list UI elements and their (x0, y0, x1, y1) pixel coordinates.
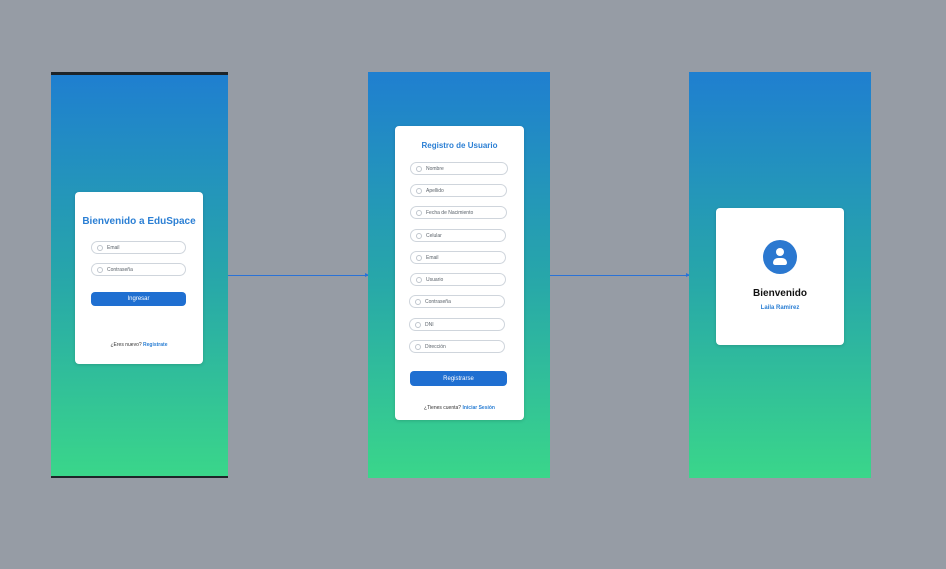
welcome-card: Bienvenido Laila Ramirez (716, 208, 844, 345)
register-footer-text: ¿Tienes cuenta? (424, 405, 462, 411)
field-label: Fecha de Nacimiento (426, 209, 474, 216)
field-usuario[interactable]: Usuario (410, 273, 506, 286)
field-label: Contraseña (425, 298, 451, 305)
phone-icon (416, 232, 422, 239)
field-nombre[interactable]: Nombre (410, 162, 508, 175)
login-footer-text: ¿Eres nuevo? (110, 342, 142, 348)
password-field[interactable]: Contraseña (91, 263, 186, 276)
login-footer: ¿Eres nuevo? Registrate (75, 342, 203, 348)
email-placeholder: Email (107, 244, 120, 251)
register-screen: Registro de Usuario Nombre Apellido Fech… (368, 72, 550, 478)
welcome-title: Bienvenido (753, 288, 807, 299)
lock-icon (415, 298, 421, 305)
user-name: Laila Ramirez (760, 305, 800, 311)
field-apellido[interactable]: Apellido (410, 184, 507, 197)
register-footer: ¿Tienes cuenta? Iniciar Sesión (395, 405, 524, 411)
register-link[interactable]: Registrate (143, 342, 167, 348)
login-title: Bienvenido a EduSpace (82, 216, 196, 227)
field-label: Apellido (426, 187, 444, 194)
avatar-icon (763, 240, 797, 274)
mail-icon (97, 244, 103, 251)
user-icon (416, 187, 422, 194)
flow-connector-1 (228, 273, 369, 277)
field-contrasena[interactable]: Contraseña (409, 295, 505, 308)
field-label: Usuario (426, 276, 444, 283)
user-icon (416, 165, 422, 172)
field-fecha-nacimiento[interactable]: Fecha de Nacimiento (410, 206, 507, 219)
register-button[interactable]: Registrarse (410, 371, 507, 386)
register-card: Registro de Usuario Nombre Apellido Fech… (395, 126, 524, 420)
field-email[interactable]: Email (410, 251, 506, 264)
register-title: Registro de Usuario (421, 141, 498, 150)
flow-connector-2 (550, 273, 690, 277)
field-label: Nombre (426, 165, 444, 172)
welcome-screen: Bienvenido Laila Ramirez (689, 72, 871, 478)
user-icon (416, 276, 422, 283)
field-celular[interactable]: Celular (410, 229, 506, 242)
login-screen: Bienvenido a EduSpace Email Contraseña I… (51, 72, 228, 478)
login-link[interactable]: Iniciar Sesión (462, 405, 495, 411)
avatar-head (776, 248, 784, 256)
field-label: DNI (425, 321, 434, 328)
password-placeholder: Contraseña (107, 266, 133, 273)
id-icon (415, 321, 421, 328)
lock-icon (97, 266, 103, 273)
mail-icon (416, 254, 422, 261)
field-label: Celular (426, 232, 442, 239)
login-button[interactable]: Ingresar (91, 292, 186, 306)
field-dni[interactable]: DNI (409, 318, 505, 331)
email-field[interactable]: Email (91, 241, 186, 254)
calendar-icon (416, 209, 422, 216)
avatar-body (773, 258, 787, 265)
field-label: Email (426, 254, 439, 261)
location-icon (415, 343, 421, 350)
field-label: Dirección (425, 343, 446, 350)
login-card: Bienvenido a EduSpace Email Contraseña I… (75, 192, 203, 364)
field-direccion[interactable]: Dirección (409, 340, 505, 353)
